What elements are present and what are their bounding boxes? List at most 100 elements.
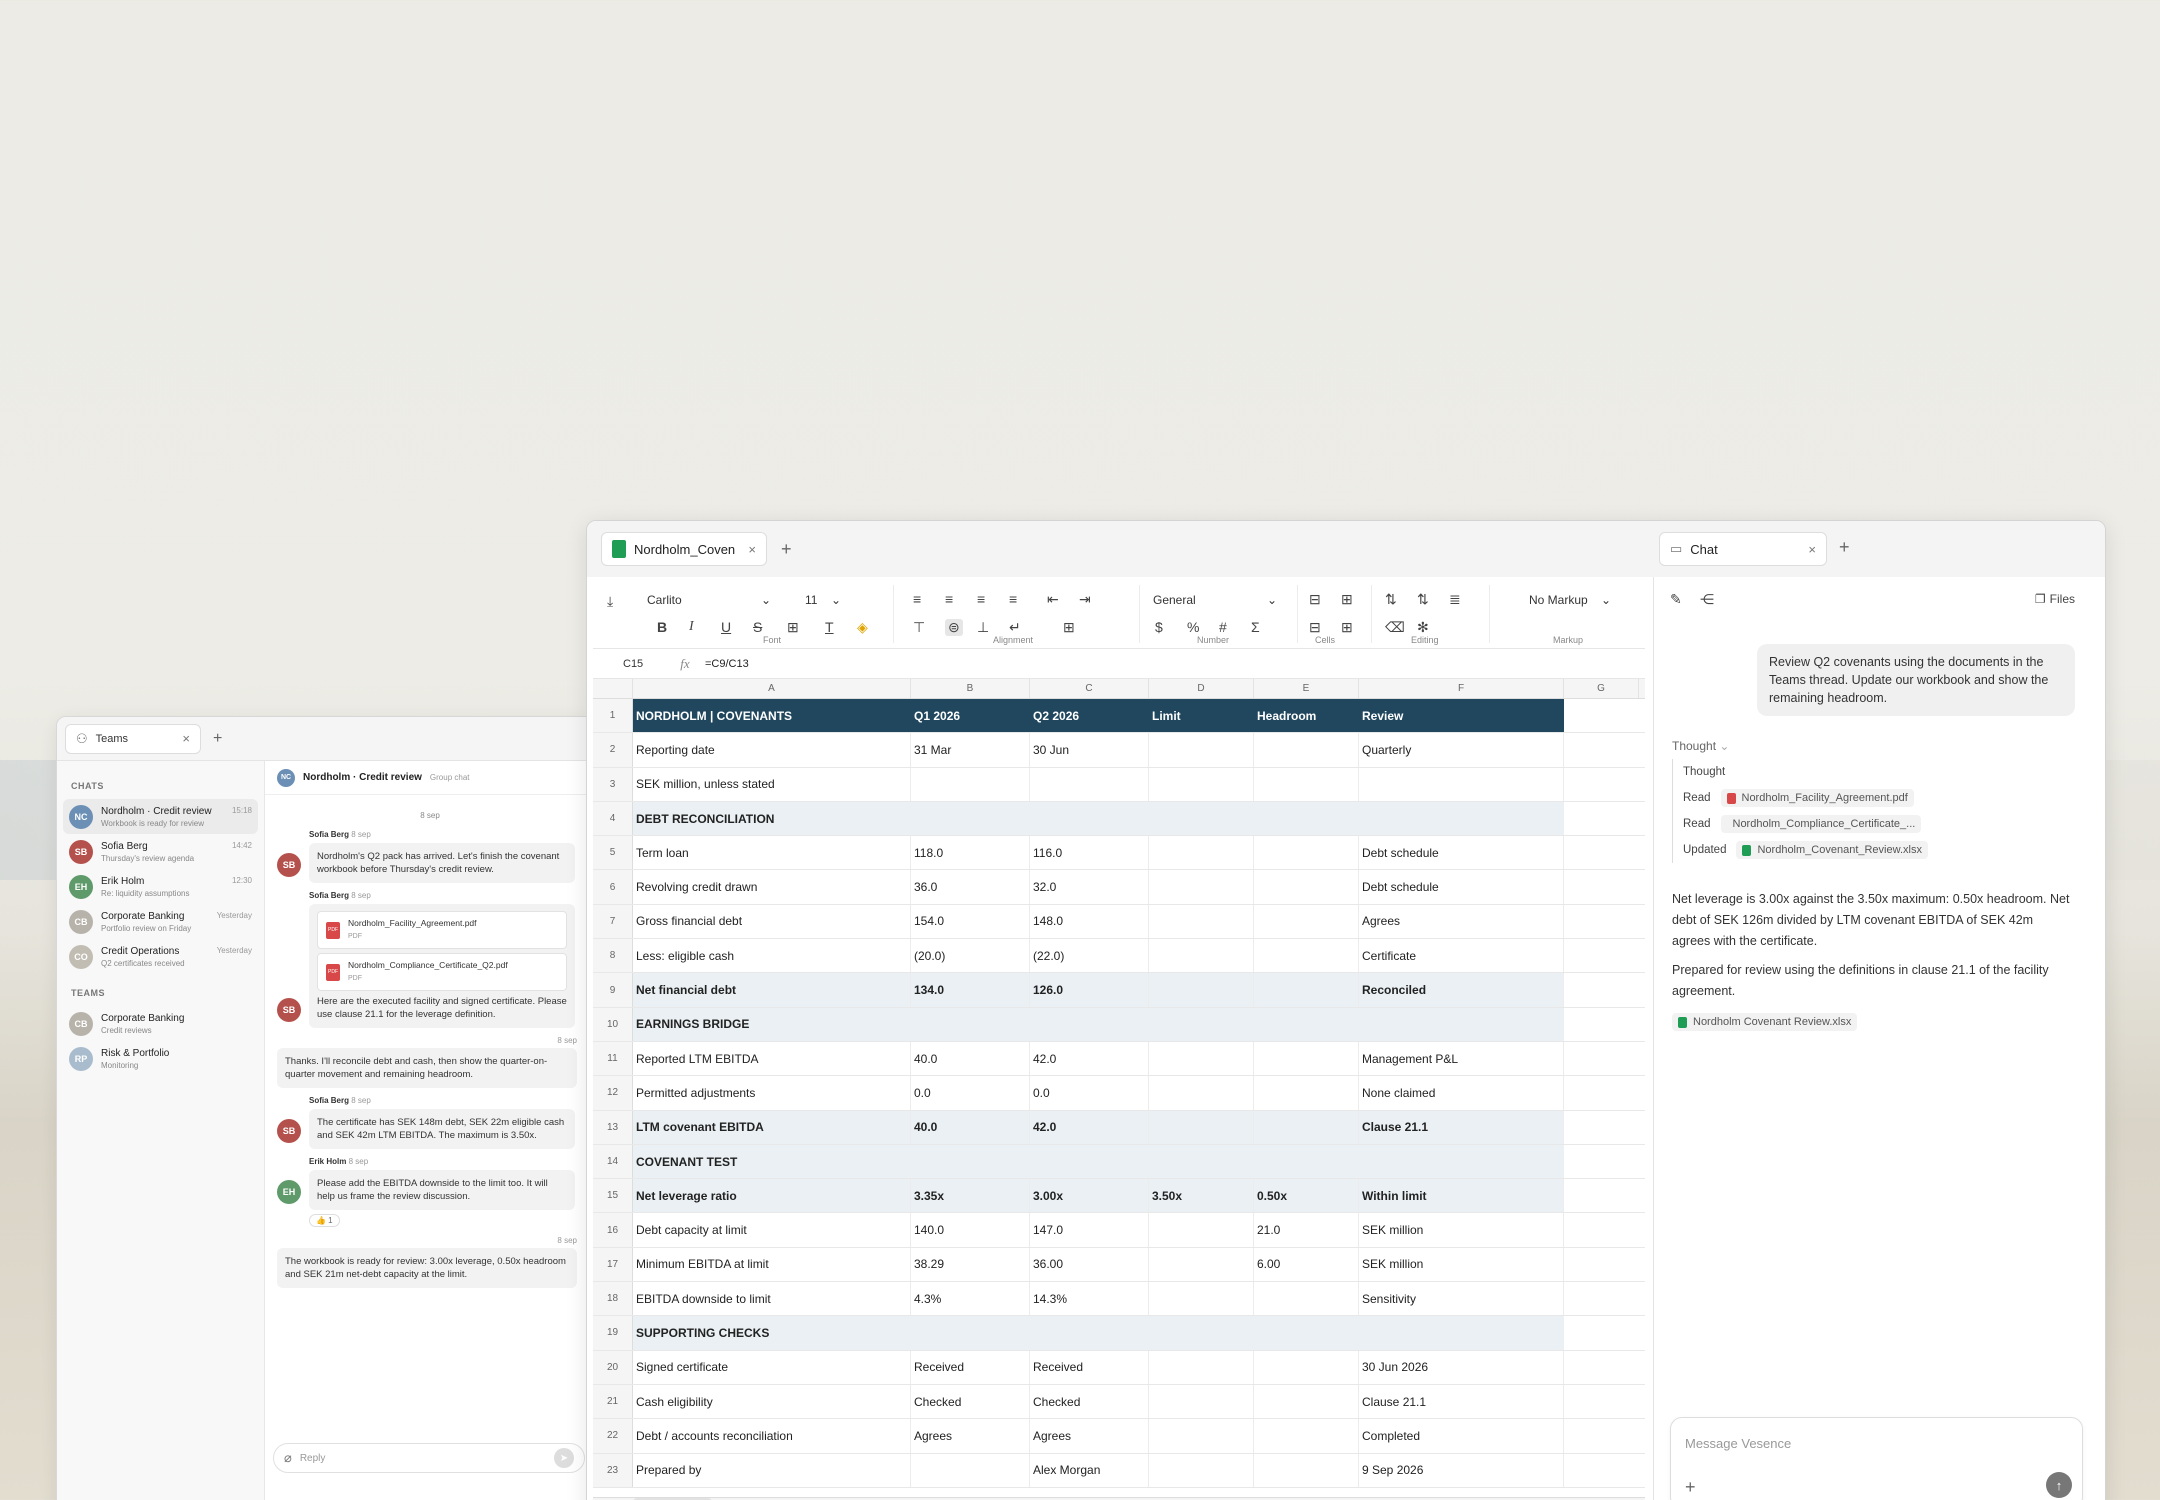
column-header-f[interactable]: F (1359, 679, 1564, 698)
cell[interactable] (1254, 767, 1359, 801)
cell[interactable]: NORDHOLM | COVENANTS (633, 699, 911, 733)
cell[interactable]: EBITDA downside to limit (633, 1282, 911, 1316)
cell[interactable] (911, 801, 1030, 836)
row-number[interactable]: 10 (593, 1007, 633, 1041)
file-chip[interactable]: Nordholm_Compliance_Certificate_... (1720, 815, 1921, 833)
cell[interactable]: Revolving credit drawn (633, 870, 911, 904)
cell[interactable] (1564, 1350, 1639, 1384)
cell[interactable] (1149, 1213, 1254, 1247)
cell[interactable] (1564, 733, 1639, 767)
cell[interactable] (1149, 1041, 1254, 1076)
align-center-icon[interactable]: ≡ (945, 591, 953, 607)
cell[interactable] (1254, 939, 1359, 973)
cell[interactable] (1254, 904, 1359, 939)
cell[interactable] (1564, 1419, 1639, 1453)
close-icon[interactable]: × (748, 542, 756, 557)
cell[interactable] (1149, 973, 1254, 1007)
cell[interactable] (1564, 801, 1639, 836)
row-number[interactable]: 14 (593, 1144, 633, 1179)
file-attachment[interactable]: PDF Nordholm_Compliance_Certificate_Q2.p… (317, 953, 567, 991)
cell[interactable]: Q2 2026 (1030, 699, 1149, 733)
cell[interactable] (1254, 733, 1359, 767)
cell[interactable] (1030, 1007, 1149, 1041)
cell[interactable]: Completed (1359, 1419, 1564, 1453)
cell[interactable] (911, 1144, 1030, 1179)
close-icon[interactable]: × (1808, 542, 1816, 557)
cell[interactable] (1564, 870, 1639, 904)
row-number[interactable]: 19 (593, 1316, 633, 1350)
cell[interactable]: COVENANT TEST (633, 1144, 911, 1179)
cell[interactable] (1254, 1419, 1359, 1453)
valign-middle-icon[interactable]: ⊜ (945, 619, 963, 636)
cell[interactable]: Checked (1030, 1384, 1149, 1419)
column-header-a[interactable]: A (633, 679, 911, 698)
files-button[interactable]: ❐ Files (2035, 592, 2075, 606)
row-number[interactable]: 20 (593, 1350, 633, 1384)
cell[interactable]: Review (1359, 699, 1564, 733)
cell[interactable]: EARNINGS BRIDGE (633, 1007, 911, 1041)
cell[interactable]: 3.50x (1149, 1179, 1254, 1213)
cell[interactable]: Net leverage ratio (633, 1179, 911, 1213)
column-header-g[interactable]: G (1564, 679, 1639, 698)
cell[interactable] (911, 767, 1030, 801)
justify-icon[interactable]: ≡ (1009, 591, 1017, 607)
cell[interactable] (1254, 1282, 1359, 1316)
cell[interactable]: Debt capacity at limit (633, 1213, 911, 1247)
cell[interactable]: 0.50x (1254, 1179, 1359, 1213)
chat-list-item[interactable]: CB Corporate Banking Yesterday Portfolio re… (63, 904, 258, 939)
row-number[interactable]: 9 (593, 973, 633, 1007)
sort-ascending-icon[interactable]: ⇅ (1385, 591, 1397, 608)
share-icon[interactable]: ⋲ (1700, 591, 1714, 608)
cell[interactable]: Certificate (1359, 939, 1564, 973)
insert-column-icon[interactable]: ⊞ (1341, 591, 1353, 608)
row-number[interactable]: 16 (593, 1213, 633, 1247)
row-number[interactable]: 1 (593, 699, 633, 733)
cell[interactable] (1254, 1110, 1359, 1144)
cell[interactable]: 31 Mar (911, 733, 1030, 767)
new-chat-edit-icon[interactable]: ✎ (1670, 591, 1682, 608)
cell[interactable]: Management P&L (1359, 1041, 1564, 1076)
cell[interactable] (1564, 699, 1639, 733)
cell[interactable] (1254, 1041, 1359, 1076)
italic-icon[interactable]: I (689, 619, 694, 635)
cell[interactable]: Headroom (1254, 699, 1359, 733)
filter-icon[interactable]: ≣ (1449, 591, 1461, 608)
cell[interactable]: Quarterly (1359, 733, 1564, 767)
cell[interactable]: 30 Jun (1030, 733, 1149, 767)
cell[interactable] (1564, 1076, 1639, 1110)
number-format-select[interactable]: General ⌄ (1153, 593, 1277, 607)
cell[interactable]: Minimum EBITDA at limit (633, 1247, 911, 1282)
cell[interactable]: 42.0 (1030, 1041, 1149, 1076)
cell[interactable]: Cash eligibility (633, 1384, 911, 1419)
cell[interactable] (1254, 1007, 1359, 1041)
cell[interactable] (1149, 801, 1254, 836)
cell[interactable] (1359, 1316, 1564, 1350)
cell[interactable]: SEK million (1359, 1213, 1564, 1247)
cell[interactable] (1149, 904, 1254, 939)
cell[interactable] (1564, 1144, 1639, 1179)
file-chip[interactable]: Nordholm_Facility_Agreement.pdf (1720, 789, 1914, 807)
cell[interactable]: Net financial debt (633, 973, 911, 1007)
cell[interactable]: Alex Morgan (1030, 1453, 1149, 1487)
file-chip[interactable]: Nordholm_Covenant_Review.xlsx (1736, 841, 1928, 859)
cell[interactable] (1149, 1384, 1254, 1419)
cell[interactable]: Prepared by (633, 1453, 911, 1487)
insert-row-icon[interactable]: ⊟ (1309, 591, 1321, 608)
strikethrough-icon[interactable]: S (753, 619, 762, 635)
cell[interactable] (1254, 801, 1359, 836)
cell[interactable]: 3.35x (911, 1179, 1030, 1213)
reply-box[interactable]: ⌀ Reply ➤ (273, 1443, 585, 1473)
cell[interactable] (1254, 870, 1359, 904)
cell[interactable]: Reconciled (1359, 973, 1564, 1007)
cell[interactable]: 14.3% (1030, 1282, 1149, 1316)
cell[interactable] (1149, 1282, 1254, 1316)
cell[interactable]: 134.0 (911, 973, 1030, 1007)
cell[interactable]: SEK million, unless stated (633, 767, 911, 801)
column-header-c[interactable]: C (1030, 679, 1149, 698)
cell-grid[interactable]: ABCDEFG 1 NORDHOLM | COVENANTS Q1 2026 Q2 2… (593, 679, 1645, 1488)
cell[interactable] (1564, 1179, 1639, 1213)
cell[interactable] (1564, 836, 1639, 870)
cell[interactable]: 154.0 (911, 904, 1030, 939)
cell[interactable] (1149, 1350, 1254, 1384)
row-number[interactable]: 3 (593, 767, 633, 801)
